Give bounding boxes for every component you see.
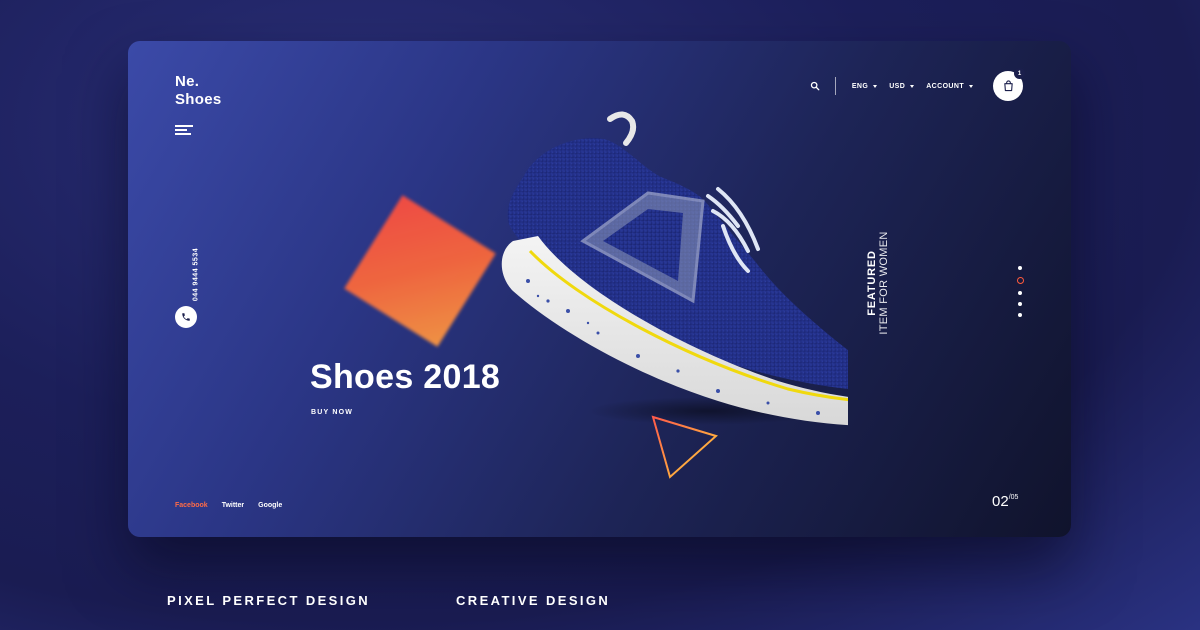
slider-dot[interactable] [1018, 291, 1022, 295]
currency-dropdown[interactable]: USD [889, 82, 915, 90]
slider-dot[interactable] [1018, 302, 1022, 306]
caption-pixel-perfect: PIXEL PERFECT DESIGN [167, 593, 371, 608]
buy-now-link[interactable]: BUY NOW [311, 409, 353, 416]
cart-button[interactable]: 1 [993, 68, 1025, 101]
slide-total: /05 [1008, 494, 1019, 501]
caption-creative: CREATIVE DESIGN [456, 593, 611, 608]
nav-divider [834, 77, 836, 95]
header-nav: ENG USD ACCOUNT 1 [807, 68, 1025, 101]
chevron-down-icon [873, 84, 878, 88]
phone-number: 044 9444 5534 [192, 247, 200, 302]
brand-logo[interactable]: Ne. Shoes [175, 73, 222, 109]
google-link[interactable]: Google [258, 502, 282, 509]
account-label: ACCOUNT [926, 82, 964, 90]
shopping-bag-icon [1003, 80, 1013, 92]
featured-label: FEATURED ITEM FOR WOMEN [866, 223, 890, 343]
chevron-down-icon [910, 84, 915, 88]
slider-dots [1016, 266, 1024, 324]
phone-icon [182, 313, 190, 321]
hamburger-menu-icon[interactable] [175, 125, 193, 135]
facebook-link[interactable]: Facebook [175, 502, 208, 509]
featured-subtitle: ITEM FOR WOMEN [878, 231, 890, 335]
social-links: Facebook Twitter Google [175, 502, 296, 509]
brand-line-1: Ne. [175, 73, 200, 90]
chevron-down-icon [969, 84, 973, 88]
currency-label: USD [889, 82, 906, 90]
decorative-triangle [651, 415, 718, 479]
hero-card: Ne. Shoes 044 9444 5534 ENG USD ACCOUNT [128, 41, 1071, 537]
slide-counter: 02/05 [992, 493, 1018, 511]
slider-dot[interactable] [1018, 266, 1022, 270]
phone-call-button[interactable] [175, 306, 197, 328]
slider-dot-active[interactable] [1016, 277, 1024, 284]
language-dropdown[interactable]: ENG [851, 82, 878, 90]
hero-title: Shoes 2018 [310, 358, 501, 396]
cart-count-badge: 1 [1014, 68, 1025, 79]
featured-title: FEATURED [866, 250, 878, 316]
brand-line-2: Shoes [175, 91, 222, 108]
search-icon [810, 81, 820, 91]
search-button[interactable] [807, 78, 823, 94]
twitter-link[interactable]: Twitter [222, 502, 244, 509]
language-label: ENG [851, 82, 869, 90]
slider-dot[interactable] [1018, 313, 1022, 317]
slide-current: 02 [992, 493, 1009, 510]
account-dropdown[interactable]: ACCOUNT [926, 83, 973, 90]
